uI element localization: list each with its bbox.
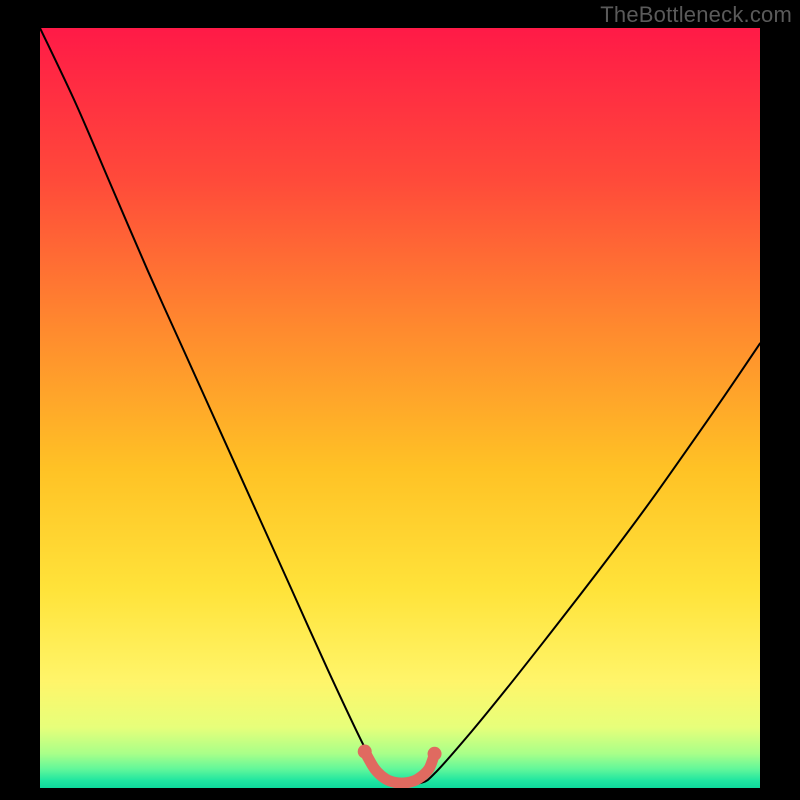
gradient-background [40,28,760,788]
plot-area [40,28,760,788]
chart-svg [40,28,760,788]
marker-endpoint-right [428,747,442,761]
chart-frame: TheBottleneck.com [0,0,800,800]
marker-endpoint-left [358,745,372,759]
watermark-text: TheBottleneck.com [600,2,792,28]
